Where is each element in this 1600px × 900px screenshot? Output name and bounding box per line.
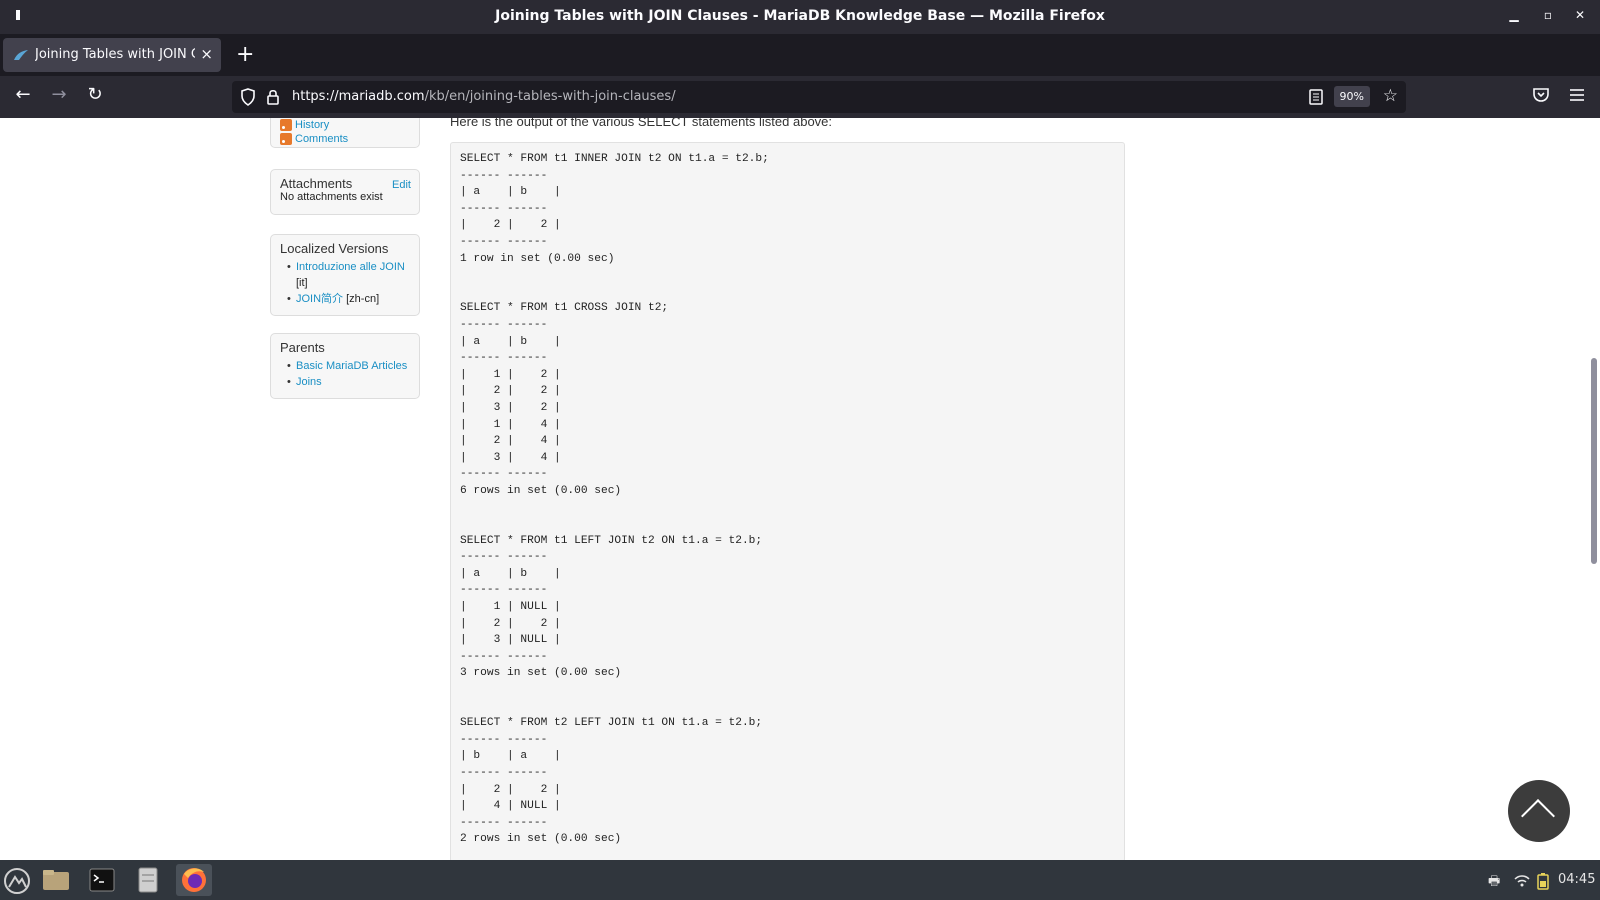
parent-link-joins[interactable]: Joins xyxy=(296,376,322,388)
terminal-icon[interactable] xyxy=(84,864,120,896)
forward-button[interactable]: → xyxy=(46,84,72,105)
sidebar-feeds-box: History Comments xyxy=(270,118,420,148)
parents-list: Basic MariaDB Articles Joins xyxy=(280,358,410,390)
reload-button[interactable]: ↻ xyxy=(82,84,108,105)
code-block: SELECT * FROM t1 INNER JOIN t2 ON t1.a =… xyxy=(450,142,1125,860)
navigation-bar: ← → ↻ https://mariadb.com/kb/en/joining-… xyxy=(0,76,1600,118)
wifi-icon[interactable] xyxy=(1514,874,1530,888)
attachments-edit-link[interactable]: Edit xyxy=(392,179,411,191)
bookmark-star-icon[interactable]: ☆ xyxy=(1383,86,1398,106)
archive-manager-icon[interactable] xyxy=(130,864,166,896)
url-path: /kb/en/joining-tables-with-join-clauses/ xyxy=(424,89,676,104)
feed-comments-link[interactable]: Comments xyxy=(280,133,410,146)
back-button[interactable]: ← xyxy=(10,84,36,105)
localized-versions-box: Localized Versions Introduzione alle JOI… xyxy=(270,234,420,316)
comments-link[interactable]: Comments xyxy=(295,133,348,145)
file-manager-icon[interactable] xyxy=(38,864,74,896)
tab-active[interactable]: Joining Tables with JOIN Clauses - Maria… xyxy=(3,38,221,72)
localized-link-it[interactable]: Introduzione alle JOIN xyxy=(296,261,405,273)
reader-view-icon[interactable] xyxy=(1308,88,1324,106)
printer-icon[interactable]: 🖶 xyxy=(1488,872,1500,894)
zoom-level-badge[interactable]: 90% xyxy=(1333,86,1370,107)
clock: 04:45 xyxy=(1558,872,1596,887)
localized-versions-list: Introduzione alle JOIN [it] JOIN简介 [zh-c… xyxy=(280,259,410,307)
lock-icon[interactable] xyxy=(266,88,280,106)
attachments-text: No attachments exist xyxy=(280,191,383,203)
lang-code: [zh-cn] xyxy=(346,293,380,305)
taskbar: 🖶 04:45 xyxy=(0,860,1600,900)
url-host: https://mariadb.com xyxy=(292,89,425,104)
start-menu-icon[interactable] xyxy=(4,868,30,894)
attachments-box: Attachments Edit No attachments exist xyxy=(270,169,420,215)
localized-versions-title: Localized Versions xyxy=(280,241,389,256)
mariadb-favicon-icon xyxy=(14,50,28,60)
list-item: JOIN简介 [zh-cn] xyxy=(280,291,410,307)
url-bar[interactable]: https://mariadb.com/kb/en/joining-tables… xyxy=(232,81,1406,113)
feed-history-link[interactable]: History xyxy=(280,119,410,132)
scroll-to-top-button[interactable] xyxy=(1508,780,1570,842)
tab-close-icon[interactable]: × xyxy=(200,45,213,63)
localized-link-zh[interactable]: JOIN简介 xyxy=(296,293,343,305)
maximize-icon[interactable]: ▫ xyxy=(1538,8,1558,22)
history-link[interactable]: History xyxy=(295,119,329,131)
code-output: SELECT * FROM t1 INNER JOIN t2 ON t1.a =… xyxy=(460,153,769,846)
intro-text: Here is the output of the various SELECT… xyxy=(450,118,833,129)
attachments-title: Attachments xyxy=(280,176,353,191)
lang-code: [it] xyxy=(296,277,308,289)
rss-icon xyxy=(280,133,292,146)
firefox-taskbar-icon[interactable] xyxy=(176,864,212,896)
url-text[interactable]: https://mariadb.com/kb/en/joining-tables… xyxy=(292,89,676,104)
new-tab-button[interactable]: + xyxy=(236,42,254,67)
hamburger-menu-icon[interactable] xyxy=(1568,86,1586,104)
list-item: Introduzione alle JOIN [it] xyxy=(280,259,410,291)
scrollbar-thumb[interactable] xyxy=(1591,358,1597,564)
page-content: History Comments Attachments Edit No att… xyxy=(0,118,1600,860)
pocket-icon[interactable] xyxy=(1532,86,1550,104)
list-item: Joins xyxy=(280,374,410,390)
window-titlebar: Joining Tables with JOIN Clauses - Maria… xyxy=(0,0,1600,34)
tab-label: Joining Tables with JOIN Clauses - Maria… xyxy=(35,47,195,62)
close-window-icon[interactable]: ✕ xyxy=(1570,8,1590,22)
window-title: Joining Tables with JOIN Clauses - Maria… xyxy=(495,8,1105,24)
tracking-shield-icon[interactable] xyxy=(240,88,256,106)
parent-link-basic[interactable]: Basic MariaDB Articles xyxy=(296,360,407,372)
parents-box: Parents Basic MariaDB Articles Joins xyxy=(270,333,420,399)
list-item: Basic MariaDB Articles xyxy=(280,358,410,374)
battery-icon[interactable] xyxy=(1537,872,1549,890)
minimize-icon[interactable]: ▁ xyxy=(1504,8,1524,22)
parents-title: Parents xyxy=(280,340,325,355)
rss-icon xyxy=(280,119,292,132)
tab-strip: Joining Tables with JOIN Clauses - Maria… xyxy=(0,34,1600,76)
